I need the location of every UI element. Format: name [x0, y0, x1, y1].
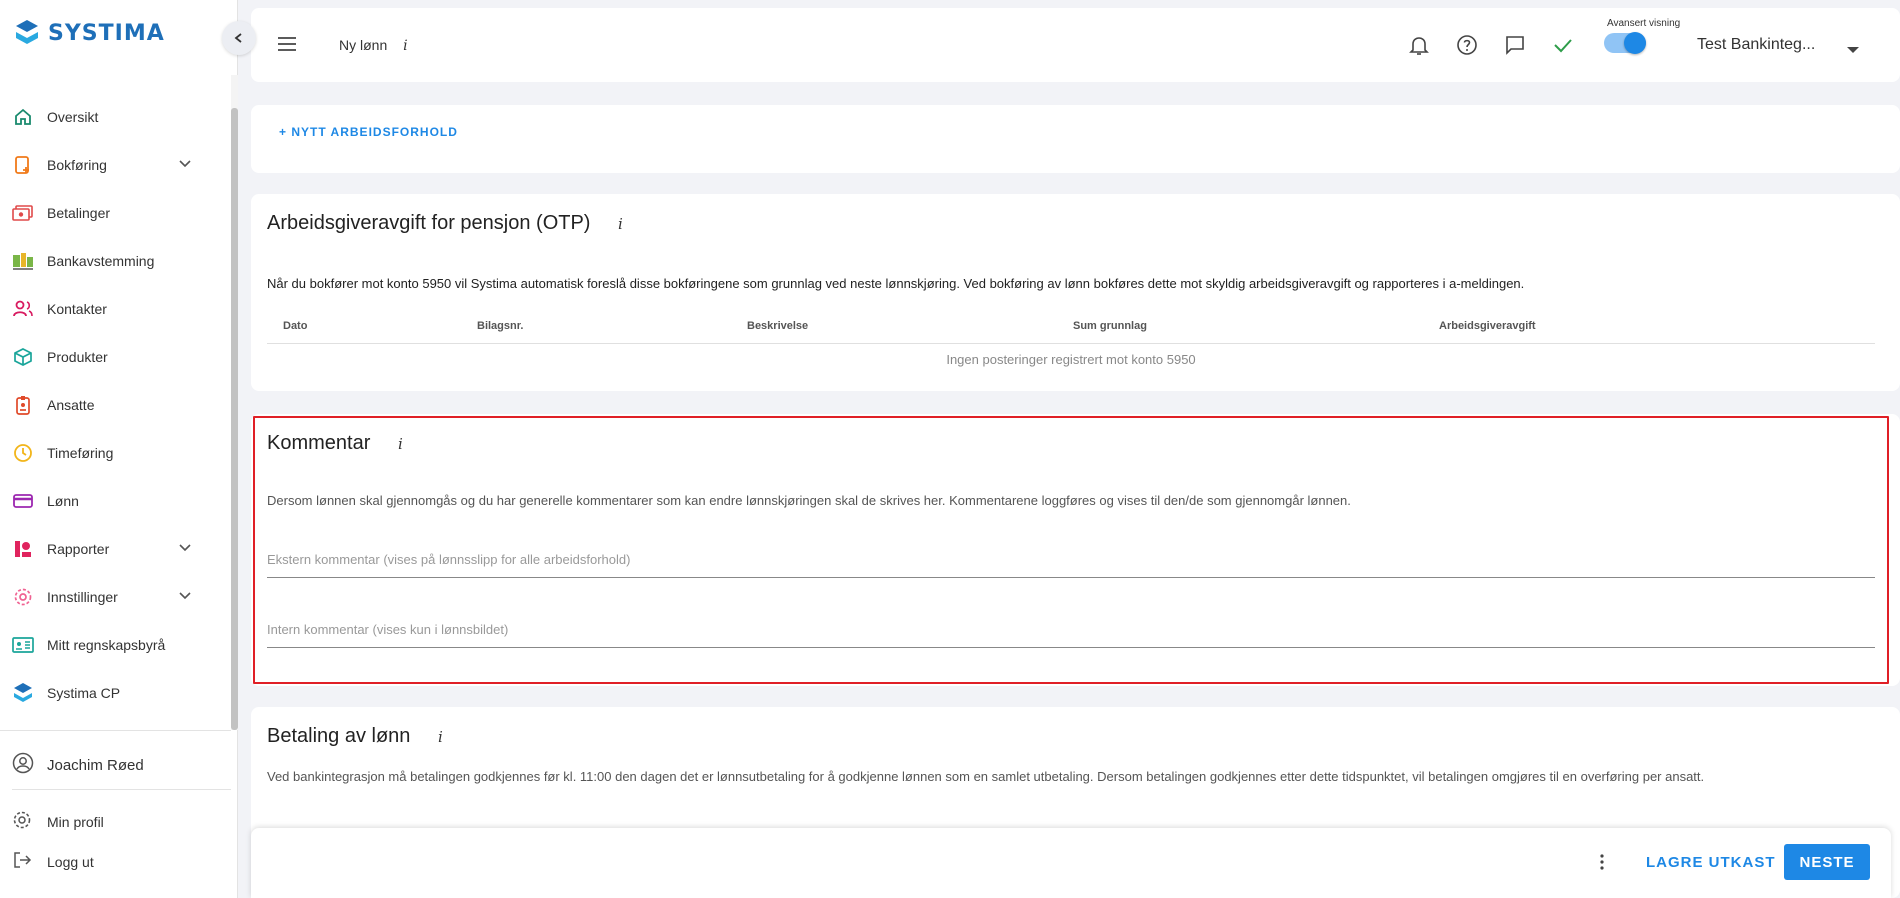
otp-description: Når du bokfører mot konto 5950 vil Systi… [267, 276, 1525, 291]
salary-card-icon [12, 490, 34, 512]
chevron-left-icon [234, 33, 242, 43]
sidebar-item-ansatte[interactable]: Ansatte [0, 385, 230, 425]
sidebar: SYSTIMA Oversikt Bokføring Betalinger Ba… [0, 0, 238, 898]
sidebar-item-systima-cp[interactable]: Systima CP [0, 673, 230, 713]
page-title-text: Ny lønn [339, 37, 388, 53]
sidebar-item-label: Oversikt [47, 109, 99, 125]
profile-link[interactable]: Min profil [0, 802, 231, 842]
products-icon [12, 346, 34, 368]
sidebar-item-produkter[interactable]: Produkter [0, 337, 230, 377]
column-header-sum-grunnlag[interactable]: Sum grunnlag [1073, 320, 1147, 332]
logout-icon [12, 850, 32, 875]
sidebar-item-label: Betalinger [47, 205, 111, 221]
systima-logo-icon [16, 20, 38, 44]
table-divider [267, 343, 1875, 344]
column-header-bilagsnr[interactable]: Bilagsnr. [477, 320, 523, 332]
sidebar-item-timeforing[interactable]: Timeføring [0, 433, 230, 473]
otp-title-text: Arbeidsgiveravgift for pensjon (OTP) [267, 212, 591, 234]
column-header-dato[interactable]: Dato [283, 320, 307, 332]
sidebar-item-bankavstemming[interactable]: Bankavstemming [0, 241, 230, 281]
sidebar-divider [0, 730, 231, 731]
chevron-down-icon[interactable] [178, 156, 192, 175]
sidebar-item-label: Kontakter [47, 301, 107, 317]
menu-icon[interactable] [277, 36, 297, 57]
contacts-icon [12, 298, 34, 320]
settings-icon [12, 586, 34, 608]
payment-title-text: Betaling av lønn [267, 725, 411, 747]
toggle-knob [1624, 32, 1646, 54]
sidebar-item-innstillinger[interactable]: Innstillinger [0, 577, 230, 617]
otp-title: Arbeidsgiveravgift for pensjon (OTP) i [267, 212, 623, 235]
payment-title: Betaling av lønn i [267, 725, 443, 748]
bookkeeping-icon [12, 154, 34, 176]
sidebar-item-label: Systima CP [47, 685, 121, 701]
sidebar-item-mitt-regnskapsbyra[interactable]: Mitt regnskapsbyrå [0, 625, 230, 665]
sidebar-item-oversikt[interactable]: Oversikt [0, 97, 230, 137]
sidebar-item-rapporter[interactable]: Rapporter [0, 529, 230, 569]
save-draft-button[interactable]: LAGRE UTKAST [1638, 844, 1784, 880]
payment-description: Ved bankintegrasjon må betalingen godkje… [267, 769, 1705, 784]
user-avatar-icon [12, 752, 34, 779]
clock-icon [12, 442, 34, 464]
sidebar-item-label: Rapporter [47, 541, 110, 557]
gear-icon [12, 810, 32, 835]
user-name: Joachim Røed [47, 756, 144, 774]
chevron-down-icon[interactable] [178, 540, 192, 559]
otp-card: Arbeidsgiveravgift for pensjon (OTP) i N… [251, 194, 1900, 391]
user-name-item[interactable]: Joachim Røed [0, 745, 231, 785]
column-header-arbeidsgiveravgift[interactable]: Arbeidsgiveravgift [1439, 320, 1536, 332]
advanced-view-label: Avansert visning [1607, 18, 1681, 29]
checkmark-icon[interactable] [1552, 34, 1574, 61]
chat-icon[interactable] [1504, 34, 1526, 61]
sidebar-item-label: Ansatte [47, 397, 95, 413]
payments-icon [12, 202, 34, 224]
bank-reconciliation-icon [12, 250, 34, 272]
sidebar-item-label: Mitt regnskapsbyrå [47, 637, 166, 653]
sidebar-item-betalinger[interactable]: Betalinger [0, 193, 230, 233]
caret-down-icon[interactable] [1847, 47, 1859, 53]
sidebar-item-label: Produkter [47, 349, 108, 365]
more-options-icon[interactable] [1599, 853, 1605, 876]
employment-card: + NYTT ARBEIDSFORHOLD [251, 105, 1900, 173]
page-title: Ny lønn i [339, 37, 408, 54]
sidebar-item-label: Innstillinger [47, 589, 118, 605]
add-employment-button[interactable]: + NYTT ARBEIDSFORHOLD [279, 125, 458, 139]
bell-icon[interactable] [1408, 34, 1430, 61]
collapse-sidebar-button[interactable] [222, 21, 256, 55]
systima-logo-icon [12, 682, 34, 704]
sidebar-item-kontakter[interactable]: Kontakter [0, 289, 230, 329]
logout-link[interactable]: Logg ut [0, 842, 231, 882]
reports-icon [12, 538, 34, 560]
chevron-down-icon[interactable] [178, 588, 192, 607]
profile-label: Min profil [47, 814, 104, 830]
info-icon[interactable]: i [618, 215, 623, 233]
info-icon[interactable]: i [438, 728, 443, 746]
sidebar-item-bokforing[interactable]: Bokføring [0, 145, 230, 185]
id-card-icon [12, 634, 34, 656]
employees-icon [12, 394, 34, 416]
sidebar-item-lonn[interactable]: Lønn [0, 481, 230, 521]
company-selector[interactable]: Test Bankinteg... [1697, 36, 1815, 54]
next-button[interactable]: NESTE [1784, 844, 1870, 880]
sidebar-item-label: Bokføring [47, 157, 107, 173]
help-icon[interactable] [1456, 34, 1478, 61]
logout-label: Logg ut [47, 854, 94, 870]
empty-table-message: Ingen posteringer registrert mot konto 5… [946, 352, 1196, 367]
home-icon [12, 106, 34, 128]
sidebar-item-label: Bankavstemming [47, 253, 155, 269]
info-icon[interactable]: i [403, 38, 407, 54]
sidebar-scrollbar-thumb[interactable] [231, 108, 238, 730]
top-bar: Ny lønn i Avansert visning Test Bankinte… [251, 8, 1900, 82]
column-header-beskrivelse[interactable]: Beskrivelse [747, 320, 808, 332]
sidebar-divider [12, 789, 231, 790]
logo-text: SYSTIMA [48, 20, 165, 46]
advanced-view-toggle[interactable] [1604, 32, 1646, 54]
sidebar-item-label: Timeføring [47, 445, 114, 461]
systima-logo[interactable]: SYSTIMA [14, 18, 165, 48]
bottom-action-bar: LAGRE UTKAST NESTE [251, 828, 1891, 898]
sidebar-item-label: Lønn [47, 493, 79, 509]
comment-highlight-border [253, 416, 1889, 684]
